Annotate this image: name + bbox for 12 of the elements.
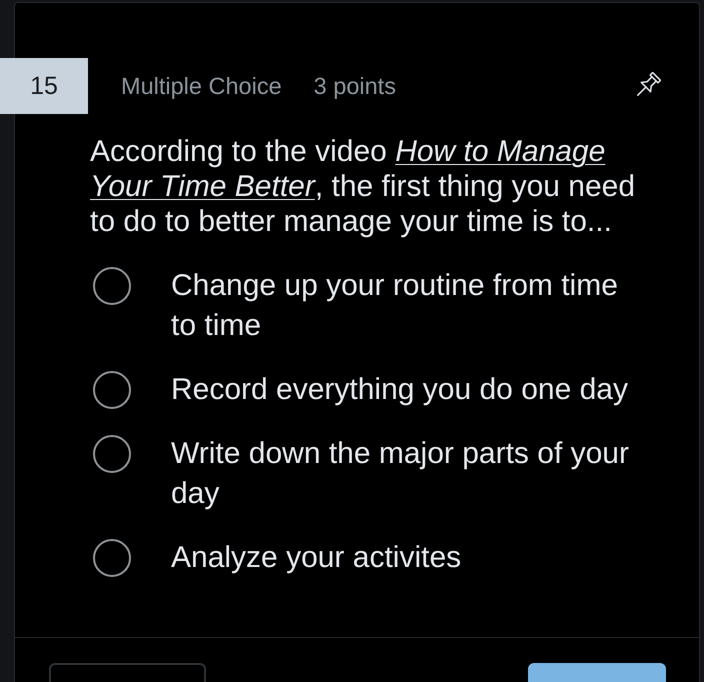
question-type: Multiple Choice bbox=[121, 72, 282, 100]
question-text: According to the video How to Manage Your Time Better, the first thing you need to do to better manage your time is to... bbox=[90, 134, 636, 239]
radio-button[interactable] bbox=[93, 539, 131, 577]
answer-text[interactable]: Record everything you do one day bbox=[171, 370, 639, 410]
radio-button[interactable] bbox=[93, 371, 131, 409]
answer-text[interactable]: Analyze your activites bbox=[171, 538, 639, 578]
answer-text[interactable]: Change up your routine from time to time bbox=[171, 266, 639, 346]
radio-button[interactable] bbox=[93, 435, 131, 473]
question-points: 3 points bbox=[314, 72, 396, 100]
radio-button[interactable] bbox=[93, 267, 131, 305]
question-number: 15 bbox=[0, 58, 88, 114]
answer-text[interactable]: Write down the major parts of your day bbox=[171, 434, 639, 514]
